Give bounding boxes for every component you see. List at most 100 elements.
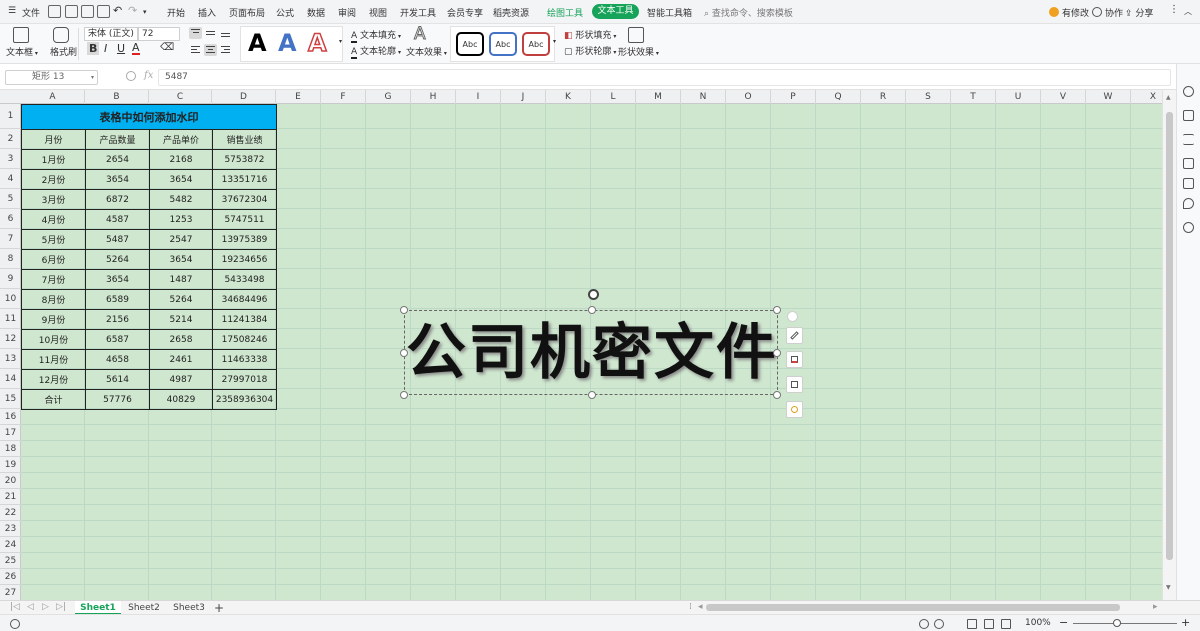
bold-button[interactable]: B — [87, 42, 100, 55]
row-header-22[interactable]: 22 — [0, 505, 21, 521]
cell-quantity[interactable]: 5264 — [85, 249, 150, 270]
sheet-tab-3[interactable]: Sheet3 — [167, 601, 211, 615]
column-header-u[interactable]: U — [996, 90, 1041, 104]
cell-unit-price[interactable]: 2168 — [149, 149, 213, 170]
cell-unit-price[interactable]: 5264 — [149, 289, 213, 310]
column-header-m[interactable]: M — [636, 90, 681, 104]
tab-page-layout[interactable]: 页面布局 — [229, 6, 265, 19]
resize-handle-right[interactable] — [773, 349, 781, 357]
watermark-textbox[interactable]: 公司机密文件 — [400, 289, 781, 399]
print-icon[interactable] — [81, 5, 94, 18]
watermark-text[interactable]: 公司机密文件 — [405, 311, 779, 396]
align-bottom-button[interactable] — [219, 27, 232, 39]
row-header-19[interactable]: 19 — [0, 457, 21, 473]
cell-unit-price[interactable]: 2658 — [149, 329, 213, 350]
column-header-k[interactable]: K — [546, 90, 591, 104]
cell-quantity[interactable]: 4587 — [85, 209, 150, 230]
cell-month[interactable]: 7月份 — [21, 269, 86, 290]
cell-quantity[interactable]: 4658 — [85, 349, 150, 370]
column-header-j[interactable]: J — [501, 90, 546, 104]
split-handle-icon[interactable]: ⁞ — [689, 602, 692, 612]
row-header-26[interactable]: 26 — [0, 569, 21, 585]
cell-unit-price[interactable]: 5482 — [149, 189, 213, 210]
column-header-a[interactable]: A — [21, 90, 85, 104]
clear-format-icon[interactable]: ⌫ — [160, 42, 174, 53]
vertical-scrollbar[interactable]: ▲ ▼ — [1162, 90, 1176, 600]
shape-effect-button[interactable]: 形状效果 ▾ — [618, 45, 659, 58]
zoom-in-button[interactable]: + — [1181, 616, 1190, 629]
last-sheet-icon[interactable]: ▷| — [56, 602, 66, 612]
cell-sales[interactable]: 34684496 — [212, 289, 277, 310]
cell-sales[interactable]: 5747511 — [212, 209, 277, 230]
cell-month[interactable]: 3月份 — [21, 189, 86, 210]
column-header-v[interactable]: V — [1041, 90, 1086, 104]
cell-month[interactable]: 8月份 — [21, 289, 86, 310]
table-title[interactable]: 表格中如何添加水印 — [21, 104, 277, 130]
header-quantity[interactable]: 产品数量 — [85, 129, 150, 150]
resize-handle-top-right[interactable] — [773, 306, 781, 314]
tab-drawing-tools[interactable]: 绘图工具 — [547, 6, 583, 19]
column-header-d[interactable]: D — [212, 90, 276, 104]
row-header-7[interactable]: 7 — [0, 229, 21, 249]
cell-quantity[interactable]: 3654 — [85, 169, 150, 190]
row-header-5[interactable]: 5 — [0, 189, 21, 209]
row-header-17[interactable]: 17 — [0, 425, 21, 441]
format-painter-button[interactable]: 格式刷 — [50, 45, 77, 58]
next-sheet-icon[interactable]: ▷ — [42, 602, 49, 612]
modified-button[interactable]: 有修改 — [1049, 6, 1089, 19]
tab-home[interactable]: 开始 — [167, 6, 185, 19]
lightbulb-icon[interactable] — [786, 401, 803, 418]
font-color-button[interactable]: A — [132, 42, 140, 55]
normal-view-icon[interactable] — [967, 619, 977, 629]
cell-month[interactable]: 6月份 — [21, 249, 86, 270]
tab-smart-tools[interactable]: 智能工具箱 — [647, 6, 692, 19]
row-header-11[interactable]: 11 — [0, 309, 21, 329]
page-layout-view-icon[interactable] — [1001, 619, 1011, 629]
select-icon[interactable] — [1183, 110, 1194, 121]
zoom-out-button[interactable]: − — [1059, 616, 1068, 629]
header-sales[interactable]: 销售业绩 — [212, 129, 277, 150]
zoom-cell-icon[interactable] — [126, 71, 136, 81]
column-header-i[interactable]: I — [456, 90, 501, 104]
tab-formulas[interactable]: 公式 — [276, 6, 294, 19]
font-name-select[interactable]: 宋体 (正文) — [84, 27, 138, 41]
sheet-tab-2[interactable]: Sheet2 — [122, 601, 166, 615]
cell-sales[interactable]: 19234656 — [212, 249, 277, 270]
row-header-25[interactable]: 25 — [0, 553, 21, 569]
crop-icon[interactable] — [1183, 158, 1194, 169]
hamburger-icon[interactable]: ☰ — [8, 6, 16, 16]
style-icon[interactable] — [1183, 86, 1194, 97]
cell-month[interactable]: 4月份 — [21, 209, 86, 230]
cell-quantity[interactable]: 5487 — [85, 229, 150, 250]
cell-quantity[interactable]: 3654 — [85, 269, 150, 290]
row-header-14[interactable]: 14 — [0, 369, 21, 389]
cell-quantity[interactable]: 6589 — [85, 289, 150, 310]
shape-style-red[interactable]: Abc — [522, 32, 550, 56]
location-icon[interactable] — [1183, 198, 1194, 209]
cell-quantity[interactable]: 57776 — [85, 389, 150, 410]
align-center-button[interactable] — [204, 44, 217, 56]
zoom-slider-knob[interactable] — [1113, 619, 1121, 627]
tab-docer-resources[interactable]: 稻壳资源 — [493, 6, 529, 19]
row-header-8[interactable]: 8 — [0, 249, 21, 269]
shape-gallery-expand-icon[interactable]: ▾ — [553, 38, 556, 45]
underline-button[interactable]: U — [117, 42, 125, 55]
tab-view[interactable]: 视图 — [369, 6, 387, 19]
undo-icon[interactable]: ↶ — [113, 4, 122, 17]
column-header-n[interactable]: N — [681, 90, 726, 104]
scroll-right-icon[interactable]: ▸ — [1153, 602, 1158, 612]
align-left-button[interactable] — [189, 44, 202, 56]
row-header-6[interactable]: 6 — [0, 209, 21, 229]
quick-access-dropdown-icon[interactable]: ▾ — [143, 8, 147, 16]
cell-month[interactable]: 2月份 — [21, 169, 86, 190]
cell-month[interactable]: 合计 — [21, 389, 86, 410]
column-header-l[interactable]: L — [591, 90, 636, 104]
shape-style-blue[interactable]: Abc — [489, 32, 517, 56]
cell-unit-price[interactable]: 5214 — [149, 309, 213, 330]
pen-icon[interactable] — [786, 327, 803, 344]
tab-member[interactable]: 会员专享 — [447, 6, 483, 19]
tab-review[interactable]: 审阅 — [338, 6, 356, 19]
cell-month[interactable]: 1月份 — [21, 149, 86, 170]
column-header-t[interactable]: T — [951, 90, 996, 104]
cell-month[interactable]: 12月份 — [21, 369, 86, 390]
